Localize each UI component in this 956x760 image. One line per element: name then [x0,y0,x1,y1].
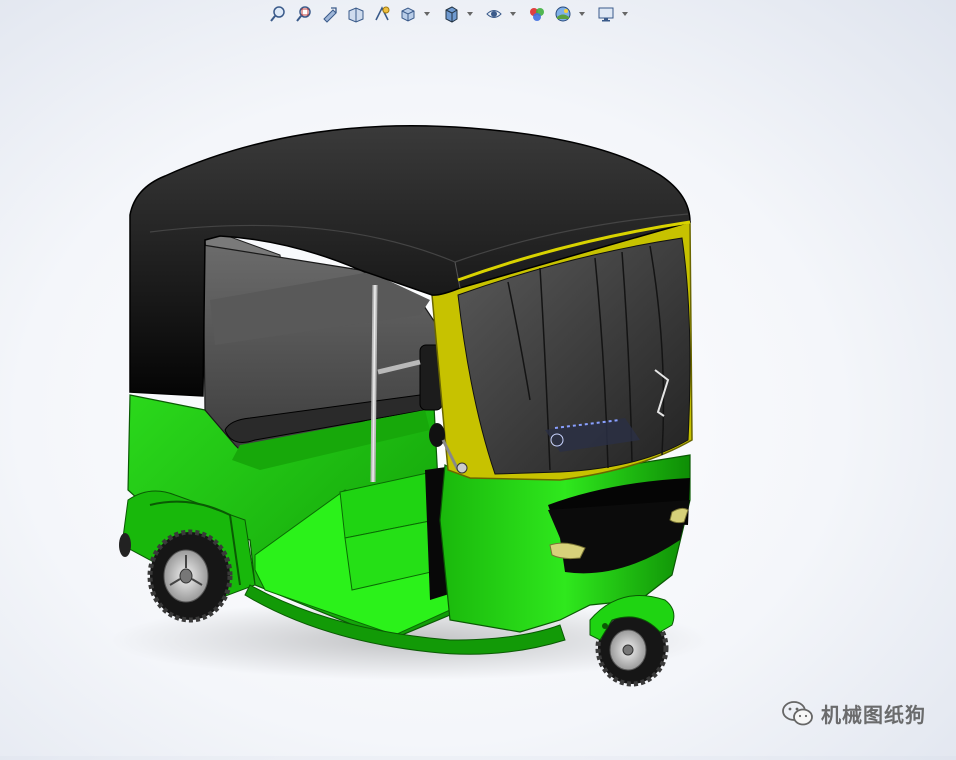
view-settings-icon[interactable] [594,3,618,25]
hide-show-dropdown-icon[interactable] [508,3,517,25]
auto-rickshaw-model[interactable] [0,0,956,756]
display-style-icon[interactable] [439,3,463,25]
section-view-icon[interactable] [344,3,368,25]
heads-up-view-toolbar [266,2,629,26]
watermark: 机械图纸狗 [781,699,926,728]
watermark-text: 机械图纸狗 [821,703,926,727]
graphics-viewport[interactable] [0,0,956,756]
display-style-dropdown-icon[interactable] [465,3,474,25]
zoom-to-area-icon[interactable] [292,3,316,25]
apply-scene-dropdown-icon[interactable] [577,3,586,25]
mudguard-bolt [602,623,608,629]
dynamic-annotation-icon[interactable] [370,3,394,25]
rear-wheel-left-hint [119,533,131,557]
view-settings-dropdown-icon[interactable] [620,3,629,25]
ignition-knob [456,462,468,474]
view-orientation-icon[interactable] [396,3,420,25]
previous-view-icon[interactable] [318,3,342,25]
zoom-to-fit-icon[interactable] [266,3,290,25]
handle-grip [429,423,445,447]
apply-scene-icon[interactable] [551,3,575,25]
view-orientation-dropdown-icon[interactable] [422,3,431,25]
hide-show-items-icon[interactable] [482,3,506,25]
edit-appearance-icon[interactable] [525,3,549,25]
rear-wheel [147,529,233,623]
wechat-icon [782,700,813,725]
